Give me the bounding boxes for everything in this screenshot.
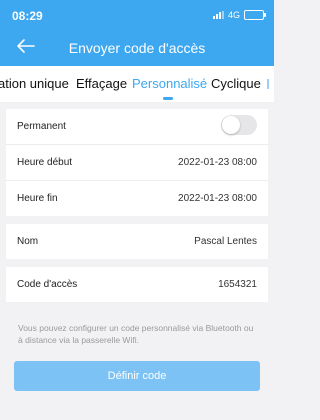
name-field[interactable]: Pascal Lentes — [194, 236, 257, 247]
code-card: Code d'accès 1654321 — [6, 267, 268, 302]
name-row[interactable]: Nom Pascal Lentes — [6, 224, 268, 259]
network-label: 4G — [227, 10, 240, 20]
permanent-label: Permanent — [17, 121, 66, 132]
code-field[interactable]: 1654321 — [218, 279, 257, 290]
toggle-knob — [222, 116, 240, 134]
name-card: Nom Pascal Lentes — [6, 224, 268, 259]
set-code-button[interactable]: Définir code — [14, 361, 260, 391]
signal-icon — [212, 11, 224, 19]
tab-erase[interactable]: Effaçage — [76, 76, 127, 91]
permanent-row: Permanent — [6, 109, 268, 145]
header-bar: 08:29 4G Envoyer code d'accès — [0, 0, 274, 66]
start-time-row[interactable]: Heure début 2022-01-23 08:00 — [6, 145, 268, 181]
end-time-label: Heure fin — [17, 193, 58, 204]
battery-icon — [244, 10, 266, 20]
tab-overflow-indicator — [267, 79, 269, 89]
permanent-toggle[interactable] — [221, 115, 257, 135]
tab-custom[interactable]: Personnalisé — [132, 76, 207, 91]
end-time-row[interactable]: Heure fin 2022-01-23 08:00 — [6, 181, 268, 216]
code-label: Code d'accès — [17, 279, 78, 290]
status-icons: 4G — [212, 10, 266, 20]
info-note: Vous pouvez configurer un code personnal… — [18, 323, 254, 345]
code-row[interactable]: Code d'accès 1654321 — [6, 267, 268, 302]
start-time-value[interactable]: 2022-01-23 08:00 — [178, 157, 257, 168]
name-label: Nom — [17, 236, 39, 247]
tab-bar: ation unique Effaçage Personnalisé Cycli… — [0, 66, 274, 102]
end-time-value[interactable]: 2022-01-23 08:00 — [178, 193, 257, 204]
status-time: 08:29 — [12, 9, 43, 23]
validity-card: Permanent Heure début 2022-01-23 08:00 H… — [6, 109, 268, 216]
start-time-label: Heure début — [17, 157, 73, 168]
active-tab-indicator — [163, 97, 173, 100]
page-title: Envoyer code d'accès — [68, 40, 206, 56]
tab-single-use[interactable]: ation unique — [0, 76, 69, 91]
tab-cyclic[interactable]: Cyclique — [211, 76, 261, 91]
